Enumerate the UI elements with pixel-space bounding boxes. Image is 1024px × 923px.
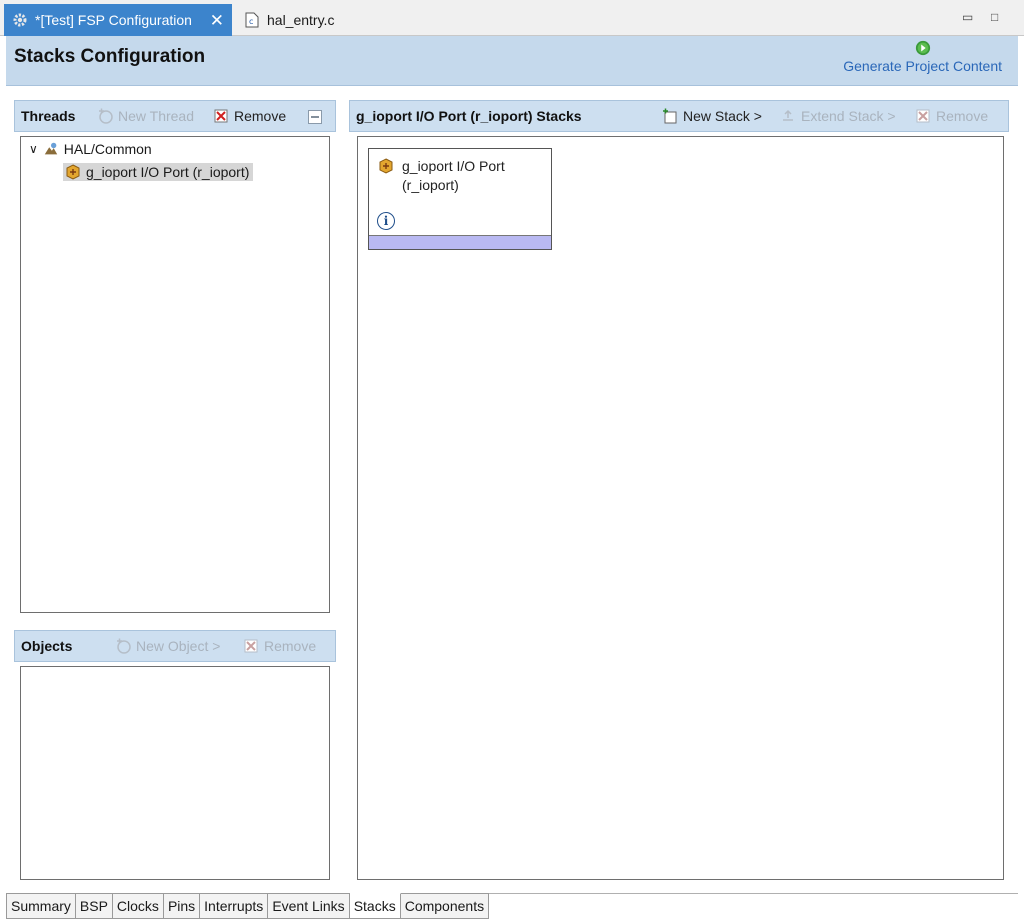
tab-clocks[interactable]: Clocks — [112, 893, 164, 919]
tree-item-g-ioport[interactable]: g_ioport I/O Port (r_ioport) — [63, 163, 254, 181]
new-stack-icon — [662, 108, 678, 124]
generate-project-content-button[interactable]: Generate Project Content — [843, 40, 1002, 74]
tab-interrupts[interactable]: Interrupts — [200, 893, 269, 919]
new-object-button[interactable]: New Object > — [115, 638, 220, 654]
stacks-panel-header: g_ioport I/O Port (r_ioport) Stacks New … — [349, 100, 1009, 132]
tab-label: *[Test] FSP Configuration — [35, 12, 192, 28]
tab-stacks[interactable]: Stacks — [349, 893, 401, 919]
gear-icon — [12, 12, 28, 28]
new-object-icon — [115, 638, 131, 654]
module-icon — [378, 158, 394, 174]
threads-title: Threads — [21, 108, 76, 124]
generate-label: Generate Project Content — [843, 58, 1002, 74]
extend-stack-button[interactable]: Extend Stack > — [780, 108, 896, 124]
stacks-title: g_ioport I/O Port (r_ioport) Stacks — [356, 108, 582, 124]
hal-folder-icon — [43, 141, 59, 157]
stack-module-card[interactable]: g_ioport I/O Port (r_ioport) i — [368, 148, 552, 250]
svg-text:c: c — [249, 17, 253, 26]
threads-panel-header: Threads New Thread Remove — [14, 100, 336, 132]
tab-event-links[interactable]: Event Links — [268, 893, 350, 919]
tab-fsp-configuration[interactable]: *[Test] FSP Configuration ✕ — [4, 4, 232, 36]
close-icon[interactable]: ✕ — [210, 12, 224, 29]
collapse-all-icon[interactable] — [307, 109, 323, 125]
new-thread-icon — [97, 108, 113, 124]
tab-components[interactable]: Components — [400, 893, 490, 919]
remove-object-button[interactable]: Remove — [243, 638, 316, 654]
maximize-icon[interactable]: □ — [991, 10, 998, 24]
extend-stack-icon — [780, 108, 796, 124]
remove-stack-button[interactable]: Remove — [915, 108, 988, 124]
tab-hal-entry[interactable]: c hal_entry.c — [236, 4, 346, 36]
editor-tab-bar: *[Test] FSP Configuration ✕ c hal_entry.… — [0, 0, 1024, 36]
objects-panel-header: Objects New Object > Remove — [14, 630, 336, 662]
new-stack-button[interactable]: New Stack > — [662, 108, 762, 124]
objects-title: Objects — [21, 638, 73, 654]
bottom-tab-bar: Summary BSP Clocks Pins Interrupts Event… — [6, 893, 490, 919]
minimize-icon[interactable]: ▭ — [962, 10, 973, 24]
tab-summary[interactable]: Summary — [6, 893, 76, 919]
stack-module-label: g_ioport I/O Port (r_ioport) — [402, 158, 505, 193]
threads-tree: ∨ HAL/Common g_ioport I/O Port (r_ioport… — [20, 136, 330, 613]
tab-bsp[interactable]: BSP — [75, 893, 113, 919]
page-header: Stacks Configuration Generate Project Co… — [6, 36, 1018, 86]
play-icon — [915, 40, 931, 56]
page-title: Stacks Configuration — [14, 46, 206, 67]
tab-pins[interactable]: Pins — [163, 893, 201, 919]
remove-icon — [915, 108, 931, 124]
remove-icon — [213, 108, 229, 124]
tab-label: hal_entry.c — [267, 12, 335, 28]
remove-icon — [243, 638, 259, 654]
objects-list — [20, 666, 330, 880]
stack-card-bar — [369, 235, 551, 249]
new-thread-button[interactable]: New Thread — [97, 108, 194, 124]
info-icon[interactable]: i — [377, 212, 395, 230]
c-file-icon: c — [244, 12, 260, 28]
remove-thread-button[interactable]: Remove — [213, 108, 286, 124]
tree-item-hal-common[interactable]: ∨ HAL/Common — [29, 141, 152, 157]
module-icon — [65, 164, 81, 180]
chevron-down-icon[interactable]: ∨ — [29, 142, 38, 156]
